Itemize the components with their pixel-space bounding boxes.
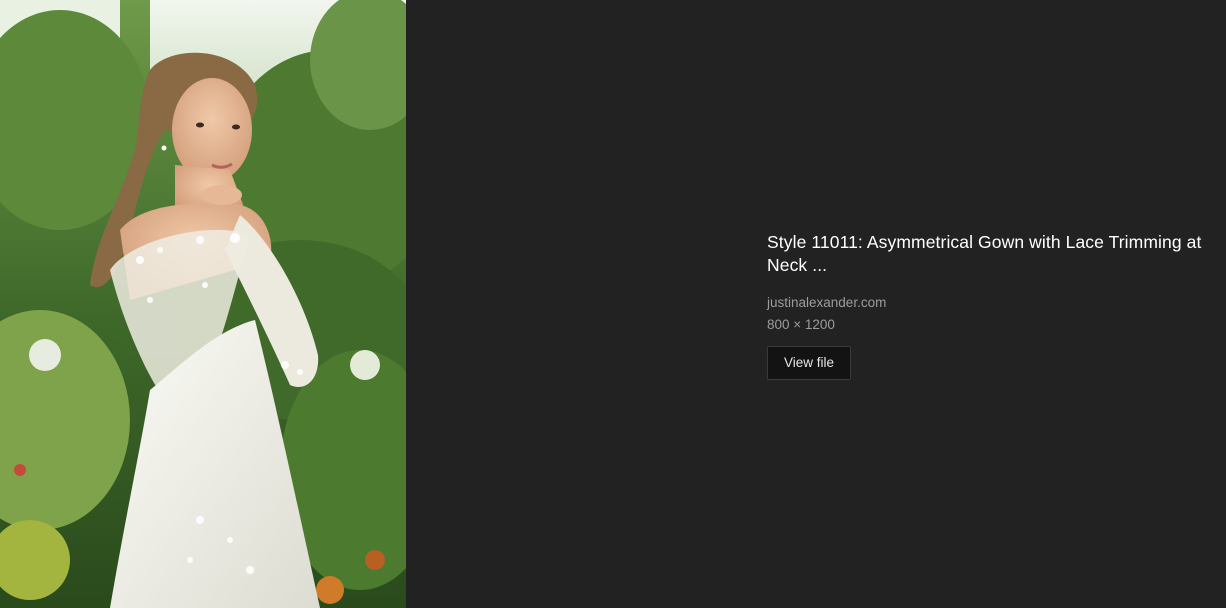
image-title[interactable]: Style 11011: Asymmetrical Gown with Lace… bbox=[767, 231, 1222, 277]
view-file-button[interactable]: View file bbox=[767, 346, 851, 380]
image-dimensions: 800 × 1200 bbox=[767, 317, 835, 332]
image-viewer: Style 11011: Asymmetrical Gown with Lace… bbox=[0, 0, 1226, 608]
image-info-panel: Style 11011: Asymmetrical Gown with Lace… bbox=[767, 231, 1222, 380]
bride-photo bbox=[0, 0, 406, 608]
preview-image[interactable] bbox=[0, 0, 406, 608]
source-domain: justinalexander.com bbox=[767, 295, 887, 310]
